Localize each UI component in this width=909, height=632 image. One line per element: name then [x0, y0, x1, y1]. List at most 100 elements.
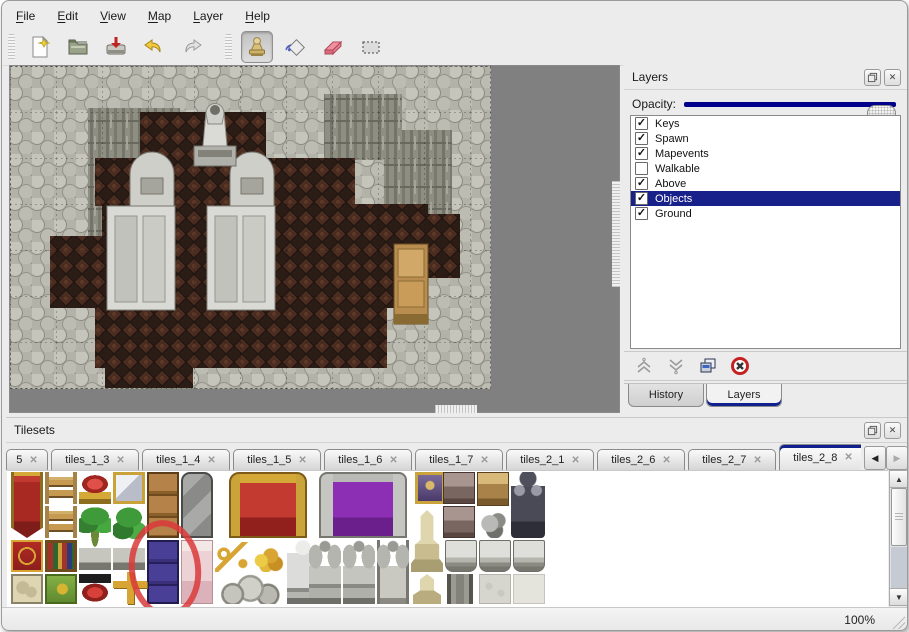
stamp-tool-button[interactable] [241, 31, 273, 63]
tile-pillar-shaft[interactable] [447, 574, 473, 604]
duplicate-layer-button[interactable] [696, 354, 720, 378]
menu-file[interactable]: File [8, 6, 43, 26]
tab-close-icon[interactable]: ✕ [480, 455, 488, 466]
layer-row-keys[interactable]: ✓Keys [631, 116, 900, 131]
tile-bookshelf[interactable] [45, 540, 77, 572]
tileset-tab-tiles_1_4[interactable]: tiles_1_4✕ [142, 449, 230, 470]
tile-gray-gate[interactable] [181, 472, 213, 538]
tab-close-icon[interactable]: ✕ [571, 455, 579, 466]
float-icon[interactable] [864, 422, 881, 439]
layer-row-spawn[interactable]: ✓Spawn [631, 131, 900, 146]
scroll-down-icon[interactable]: ▼ [890, 588, 908, 605]
tile-tan-sign[interactable] [11, 574, 43, 604]
arrow-right-icon[interactable]: ▶ [886, 446, 908, 470]
layer-visibility-checkbox[interactable]: ✓ [635, 132, 648, 145]
tile-red-cushion[interactable] [79, 472, 111, 504]
tile-gargoyle[interactable] [309, 540, 341, 604]
layer-row-ground[interactable]: ✓Ground [631, 206, 900, 221]
tile-portrait[interactable] [415, 472, 445, 504]
menu-layer[interactable]: Layer [185, 6, 231, 26]
tile-gargoyle[interactable] [343, 540, 375, 604]
tileset-scrollbar[interactable]: ▲ ▼ [889, 470, 908, 606]
lower-layer-button[interactable] [664, 354, 688, 378]
new-map-button[interactable] [24, 31, 56, 63]
tile-loom[interactable] [45, 472, 77, 504]
layer-row-objects[interactable]: ✓Objects [631, 191, 900, 206]
open-map-button[interactable] [62, 31, 94, 63]
tile-pillar-cap[interactable] [445, 540, 477, 572]
dock-tab-layers[interactable]: Layers [706, 384, 782, 407]
tab-close-icon[interactable]: ✕ [753, 455, 761, 466]
tile-red-banner[interactable] [11, 472, 43, 538]
layer-visibility-checkbox[interactable]: ✓ [635, 117, 648, 130]
redo-button[interactable] [176, 31, 208, 63]
tile-bed[interactable] [477, 472, 509, 506]
float-icon[interactable] [864, 69, 881, 86]
tile-pillar-cap[interactable] [479, 540, 511, 572]
tile-gold-key[interactable] [215, 542, 249, 572]
tab-close-icon[interactable]: ✕ [844, 452, 852, 463]
close-icon[interactable]: ✕ [884, 422, 901, 439]
tile-obelisk-small[interactable] [413, 574, 441, 604]
tile-red-throne[interactable] [229, 472, 307, 538]
tile-pillar-cap[interactable] [513, 540, 545, 572]
tab-close-icon[interactable]: ✕ [207, 455, 215, 466]
map-canvas[interactable] [9, 65, 620, 413]
tile-green-sign[interactable] [45, 574, 77, 604]
menu-edit[interactable]: Edit [49, 6, 86, 26]
tile-purple-throne[interactable] [319, 472, 407, 538]
layer-row-above[interactable]: ✓Above [631, 176, 900, 191]
eraser-tool-button[interactable] [317, 31, 349, 63]
vertical-splitter[interactable] [612, 181, 620, 287]
layer-row-walkable[interactable]: Walkable [631, 161, 900, 176]
tileset-tab-tiles_2_1[interactable]: tiles_2_1✕ [506, 449, 594, 470]
tileset-tab-5[interactable]: 5✕ [6, 449, 48, 470]
tile-stone-tile-light[interactable] [513, 574, 545, 604]
resize-grip[interactable] [888, 612, 905, 629]
tab-close-icon[interactable]: ✕ [29, 455, 37, 466]
tile-rocks[interactable] [215, 574, 283, 604]
tileset-tab-tiles_2_8[interactable]: tiles_2_8✕ [779, 444, 861, 470]
tab-close-icon[interactable]: ✕ [662, 455, 670, 466]
tileset-tab-tiles_1_6[interactable]: tiles_1_6✕ [324, 449, 412, 470]
tileset-tab-tiles_2_7[interactable]: tiles_2_7✕ [688, 449, 776, 470]
close-icon[interactable]: ✕ [884, 69, 901, 86]
tileset-tab-tiles_1_7[interactable]: tiles_1_7✕ [415, 449, 503, 470]
tile-purple-door[interactable] [147, 540, 179, 604]
tile-pink-bed[interactable] [181, 540, 213, 604]
layer-row-mapevents[interactable]: ✓Mapevents [631, 146, 900, 161]
fill-tool-button[interactable] [279, 31, 311, 63]
tile-dresser[interactable] [443, 506, 475, 538]
tile-gargoyle-barrel[interactable] [377, 540, 409, 604]
tile-dresser[interactable] [443, 472, 475, 504]
tileset-tab-tiles_1_5[interactable]: tiles_1_5✕ [233, 449, 321, 470]
tile-obelisk[interactable] [411, 510, 443, 572]
select-tool-button[interactable] [355, 31, 387, 63]
tile-armor-statue[interactable] [511, 472, 545, 538]
arrow-left-icon[interactable]: ◀ [864, 446, 886, 470]
tile-red-rug[interactable] [11, 540, 43, 572]
dock-tab-history[interactable]: History [628, 384, 704, 407]
layer-visibility-checkbox[interactable]: ✓ [635, 192, 648, 205]
tile-bush-plant[interactable] [113, 506, 145, 570]
tileset-tab-tiles_2_6[interactable]: tiles_2_6✕ [597, 449, 685, 470]
menu-map[interactable]: Map [140, 6, 179, 26]
tile-red-drum[interactable] [79, 574, 111, 604]
opacity-slider-track[interactable] [684, 102, 896, 107]
tab-close-icon[interactable]: ✕ [116, 455, 124, 466]
layer-visibility-checkbox[interactable]: ✓ [635, 177, 648, 190]
toolbar-drag-handle[interactable] [225, 34, 232, 60]
layer-visibility-checkbox[interactable] [635, 162, 648, 175]
tile-stone-tile[interactable] [479, 574, 511, 604]
delete-layer-button[interactable] [728, 354, 752, 378]
tab-close-icon[interactable]: ✕ [389, 455, 397, 466]
tileset-tab-tiles_1_3[interactable]: tiles_1_3✕ [51, 449, 139, 470]
save-map-button[interactable] [100, 31, 132, 63]
undo-button[interactable] [138, 31, 170, 63]
tile-knight-pile[interactable] [477, 508, 509, 538]
scrollbar-trough[interactable] [891, 547, 907, 589]
tile-loom[interactable] [45, 506, 77, 538]
toolbar-drag-handle[interactable] [8, 34, 15, 60]
tile-gold-cross[interactable] [113, 572, 147, 604]
scrollbar-thumb[interactable] [891, 488, 907, 546]
